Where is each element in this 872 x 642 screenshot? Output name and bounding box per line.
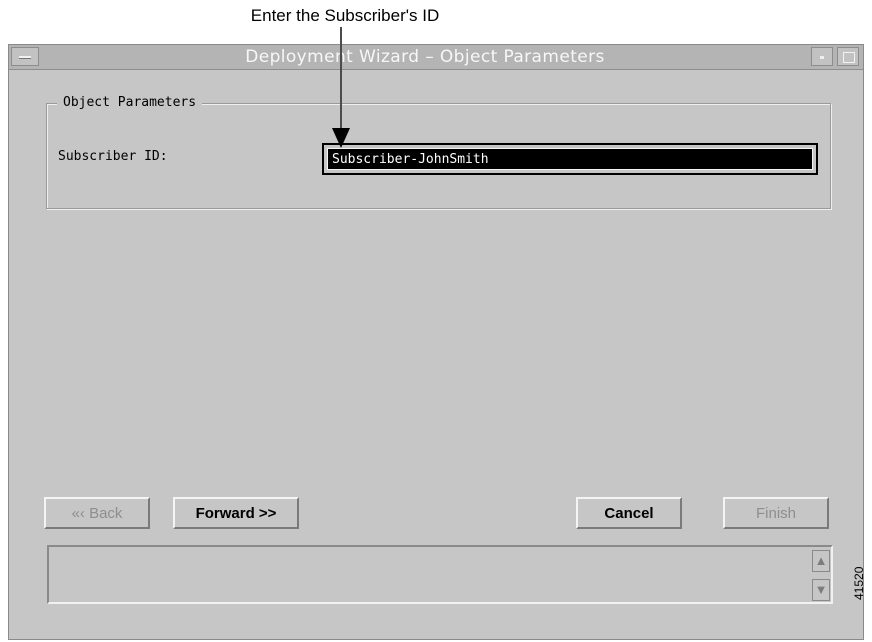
forward-button[interactable]: Forward >>: [173, 497, 299, 529]
subscriber-id-input[interactable]: [327, 148, 813, 170]
scroll-up-icon[interactable]: ▲: [812, 550, 830, 572]
deployment-wizard-window: Deployment Wizard – Object Parameters Ob…: [8, 44, 864, 640]
figure-id: 41520: [852, 566, 866, 600]
maximize-icon[interactable]: [837, 47, 859, 66]
callout-text: Enter the Subscriber's ID: [250, 6, 440, 25]
subscriber-id-field-frame: [322, 143, 818, 175]
minimize-icon[interactable]: [811, 47, 833, 66]
scroll-down-icon[interactable]: ▼: [812, 579, 830, 601]
title-bar[interactable]: Deployment Wizard – Object Parameters: [9, 45, 863, 70]
status-area: ▲ ▼: [47, 545, 833, 604]
subscriber-id-label: Subscriber ID:: [58, 149, 168, 164]
back-button[interactable]: «‹ Back: [44, 497, 150, 529]
window-title: Deployment Wizard – Object Parameters: [245, 47, 605, 67]
cancel-button[interactable]: Cancel: [576, 497, 682, 529]
window-menu-icon[interactable]: [11, 47, 39, 66]
object-parameters-legend: Object Parameters: [57, 95, 203, 110]
finish-button[interactable]: Finish: [723, 497, 829, 529]
